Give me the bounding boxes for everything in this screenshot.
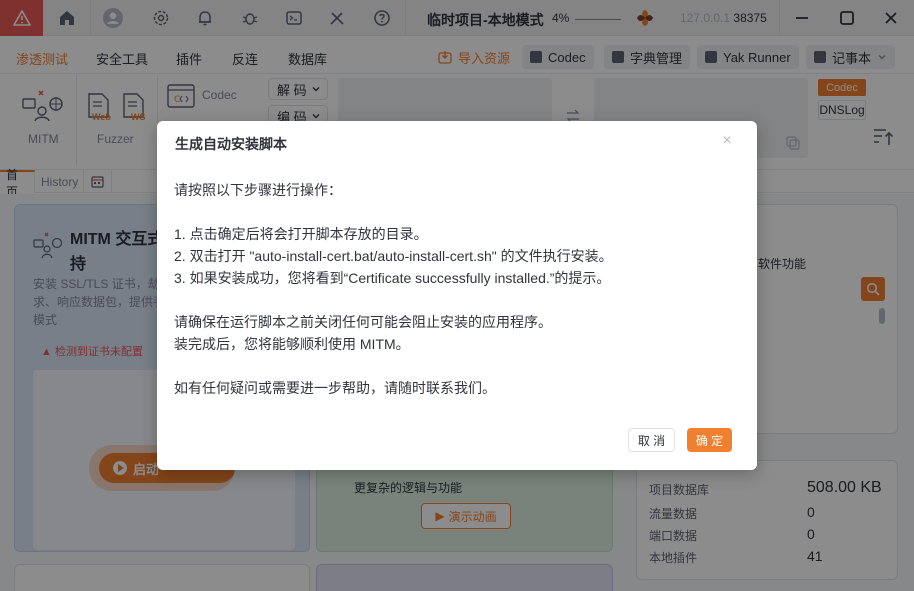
dialog-intro: 请按照以下步骤进行操作： bbox=[174, 182, 342, 198]
cancel-button[interactable]: 取 消 bbox=[628, 428, 675, 452]
dialog-note-1: 请确保在运行脚本之前关闭任何可能会阻止安装的应用程序。 bbox=[174, 314, 552, 330]
dialog-step-1: 1. 点击确定后将会打开脚本存放的目录。 bbox=[174, 226, 428, 242]
dialog-step-2: 2. 双击打开 "auto-install-cert.bat/auto-inst… bbox=[174, 248, 613, 264]
confirm-button[interactable]: 确 定 bbox=[687, 428, 732, 452]
dialog-title: 生成自动安装脚本 bbox=[175, 136, 287, 152]
auto-install-script-dialog: 生成自动安装脚本 × 请按照以下步骤进行操作： 1. 点击确定后将会打开脚本存放… bbox=[157, 121, 757, 470]
dialog-help: 如有任何疑问或需要进一步帮助，请随时联系我们。 bbox=[174, 380, 496, 396]
close-icon[interactable]: × bbox=[720, 133, 734, 149]
dialog-step-3: 3. 如果安装成功，您将看到“Certificate successfully … bbox=[174, 270, 611, 286]
dialog-note-2: 装完成后，您将能够顺利使用 MITM。 bbox=[174, 336, 410, 352]
